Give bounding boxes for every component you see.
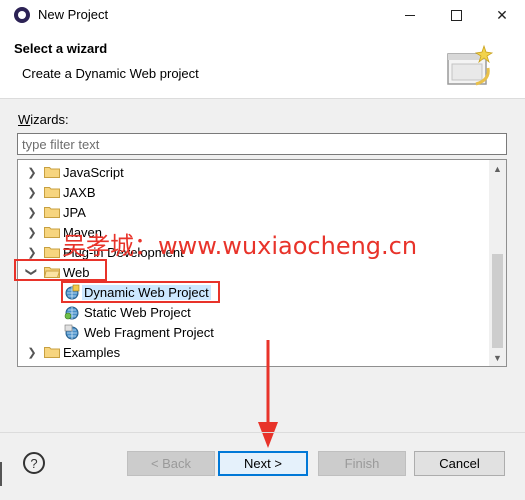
- help-icon: ?: [30, 455, 38, 471]
- tree-item-label: JPA: [63, 204, 86, 220]
- next-button[interactable]: Next >: [218, 451, 308, 476]
- background-app-edge-bottom: [0, 462, 2, 486]
- chevron-right-icon[interactable]: ❯: [26, 186, 38, 199]
- footer-separator: [0, 432, 525, 433]
- finish-button[interactable]: Finish: [318, 451, 406, 476]
- filter-input[interactable]: [17, 133, 507, 155]
- wizards-label-mnemonic: W: [18, 112, 31, 127]
- scroll-thumb[interactable]: [492, 254, 503, 348]
- maximize-button[interactable]: [433, 0, 479, 30]
- new-project-dialog: New Project ✕ Select a wizard Create a D…: [0, 0, 525, 500]
- header-title: Select a wizard: [14, 41, 108, 56]
- web-highlight-box: [14, 259, 107, 281]
- tree-item-label: JavaScript: [63, 164, 124, 180]
- web-fragment-project-icon: [64, 324, 79, 340]
- tree-item-javascript[interactable]: ❯ JavaScript: [18, 162, 488, 182]
- folder-icon: [44, 207, 60, 218]
- red-arrow-annotation: [258, 340, 278, 448]
- folder-icon: [44, 167, 60, 178]
- close-button[interactable]: ✕: [479, 0, 525, 30]
- minimize-button[interactable]: [387, 0, 433, 30]
- tree-scrollbar[interactable]: ▲ ▼: [489, 160, 506, 366]
- new-wizard-banner-icon: [447, 44, 494, 86]
- chevron-right-icon[interactable]: ❯: [26, 226, 38, 239]
- folder-icon: [44, 227, 60, 238]
- folder-icon: [44, 247, 60, 258]
- chevron-right-icon[interactable]: ❯: [26, 246, 38, 259]
- tree-item-jaxb[interactable]: ❯ JAXB: [18, 182, 488, 202]
- watermark-text: 吴孝城：www.wuxiaocheng.cn: [62, 232, 418, 260]
- dynamic-web-project-highlight-box: [61, 281, 220, 303]
- title-bar[interactable]: New Project ✕: [0, 0, 525, 30]
- folder-icon: [44, 187, 60, 198]
- cancel-button[interactable]: Cancel: [414, 451, 505, 476]
- chevron-right-icon[interactable]: ❯: [26, 166, 38, 179]
- tree-item-web-fragment-project[interactable]: Web Fragment Project: [18, 322, 488, 342]
- wizards-label: Wizards:: [18, 112, 69, 127]
- wizard-header: Select a wizard Create a Dynamic Web pro…: [0, 30, 525, 99]
- scroll-down-icon[interactable]: ▼: [489, 349, 506, 366]
- minimize-icon: [405, 14, 415, 16]
- maximize-icon: [450, 9, 462, 21]
- folder-icon: [44, 347, 60, 358]
- tree-item-label: Static Web Project: [84, 304, 191, 320]
- chevron-right-icon[interactable]: ❯: [26, 206, 38, 219]
- back-button[interactable]: < Back: [127, 451, 215, 476]
- tree-item-label: Web Fragment Project: [84, 324, 214, 340]
- static-web-project-icon: [64, 306, 79, 320]
- help-button[interactable]: ?: [23, 452, 45, 474]
- tree-item-jpa[interactable]: ❯ JPA: [18, 202, 488, 222]
- close-icon: ✕: [496, 6, 508, 23]
- chevron-right-icon[interactable]: ❯: [26, 346, 38, 359]
- header-description: Create a Dynamic Web project: [22, 66, 199, 81]
- tree-item-examples[interactable]: ❯ Examples: [18, 342, 488, 362]
- tree-item-static-web-project[interactable]: Static Web Project: [18, 302, 488, 322]
- wizards-label-text: izards:: [30, 112, 69, 127]
- eclipse-icon: [14, 7, 30, 23]
- scroll-up-icon[interactable]: ▲: [489, 160, 506, 177]
- tree-item-label: JAXB: [63, 184, 96, 200]
- tree-item-label: Examples: [63, 344, 121, 360]
- window-title: New Project: [38, 7, 109, 22]
